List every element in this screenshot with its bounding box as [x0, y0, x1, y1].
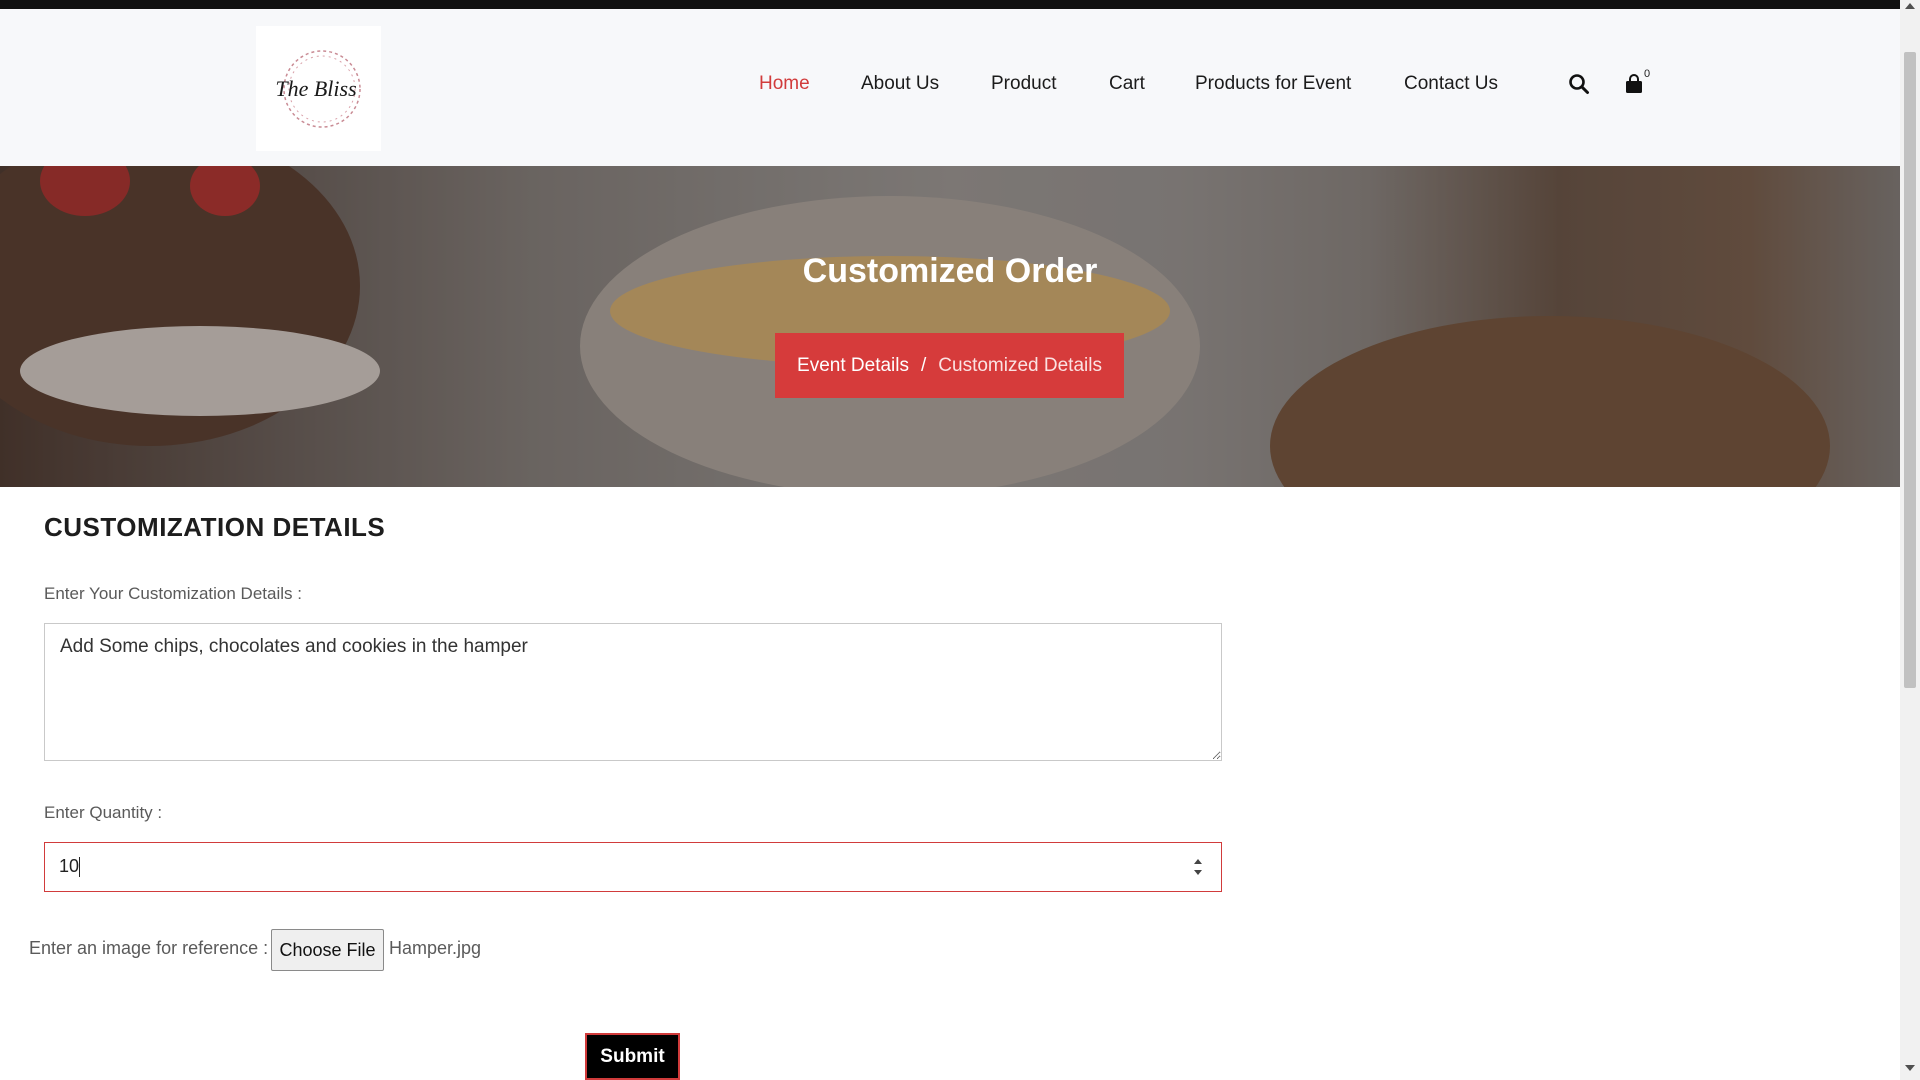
- quantity-spinner-icon[interactable]: [1191, 853, 1205, 881]
- section-title: CUSTOMIZATION DETAILS: [44, 512, 386, 542]
- nav-products-for-event[interactable]: Products for Event: [1195, 73, 1351, 95]
- details-label: Enter Your Customization Details :: [44, 584, 302, 603]
- quantity-label: Enter Quantity :: [44, 803, 163, 822]
- breadcrumb-separator: /: [921, 354, 927, 376]
- site-header: The Bliss Home About Us Product Cart Pro…: [0, 9, 1900, 166]
- page: The Bliss Home About Us Product Cart Pro…: [0, 0, 1920, 1080]
- logo-wreath-icon: The Bliss: [275, 49, 361, 128]
- top-strip: [0, 0, 1900, 9]
- scroll-up-icon[interactable]: [1905, 3, 1915, 9]
- breadcrumb-event-details[interactable]: Event Details: [797, 355, 909, 377]
- choose-file-button[interactable]: Choose File: [271, 929, 384, 971]
- nav-cart[interactable]: Cart: [1109, 73, 1145, 95]
- nav-contact-us[interactable]: Contact Us: [1404, 73, 1498, 95]
- text-caret: [79, 857, 80, 877]
- search-icon[interactable]: [1568, 73, 1590, 95]
- hero-banner: Customized Order Event Details / Customi…: [0, 166, 1900, 487]
- selected-file-name: Hamper.jpg: [389, 938, 482, 958]
- shopping-bag-icon[interactable]: [1624, 73, 1644, 95]
- nav-home[interactable]: Home: [759, 73, 810, 95]
- customization-details-textarea[interactable]: Add Some chips, chocolates and cookies i…: [44, 623, 1222, 761]
- scroll-thumb[interactable]: [1904, 52, 1916, 688]
- brand-logo[interactable]: The Bliss: [256, 26, 381, 151]
- breadcrumb: Event Details / Customized Details: [775, 333, 1124, 398]
- cart-count-badge: 0: [1644, 68, 1651, 80]
- image-reference-label: Enter an image for reference :: [29, 938, 269, 958]
- breadcrumb-current: Customized Details: [938, 354, 1102, 376]
- hero-overlay: [0, 166, 1900, 487]
- submit-button[interactable]: Submit: [585, 1033, 680, 1080]
- page-scrollbar[interactable]: [1900, 0, 1920, 1080]
- page-title: Customized Order: [802, 252, 1098, 290]
- quantity-value: 10: [59, 856, 80, 876]
- nav-product[interactable]: Product: [991, 73, 1056, 95]
- scroll-down-icon[interactable]: [1905, 1065, 1915, 1071]
- nav-about-us[interactable]: About Us: [861, 73, 939, 95]
- quantity-input[interactable]: 10: [44, 842, 1222, 892]
- logo-text: The Bliss: [275, 76, 356, 101]
